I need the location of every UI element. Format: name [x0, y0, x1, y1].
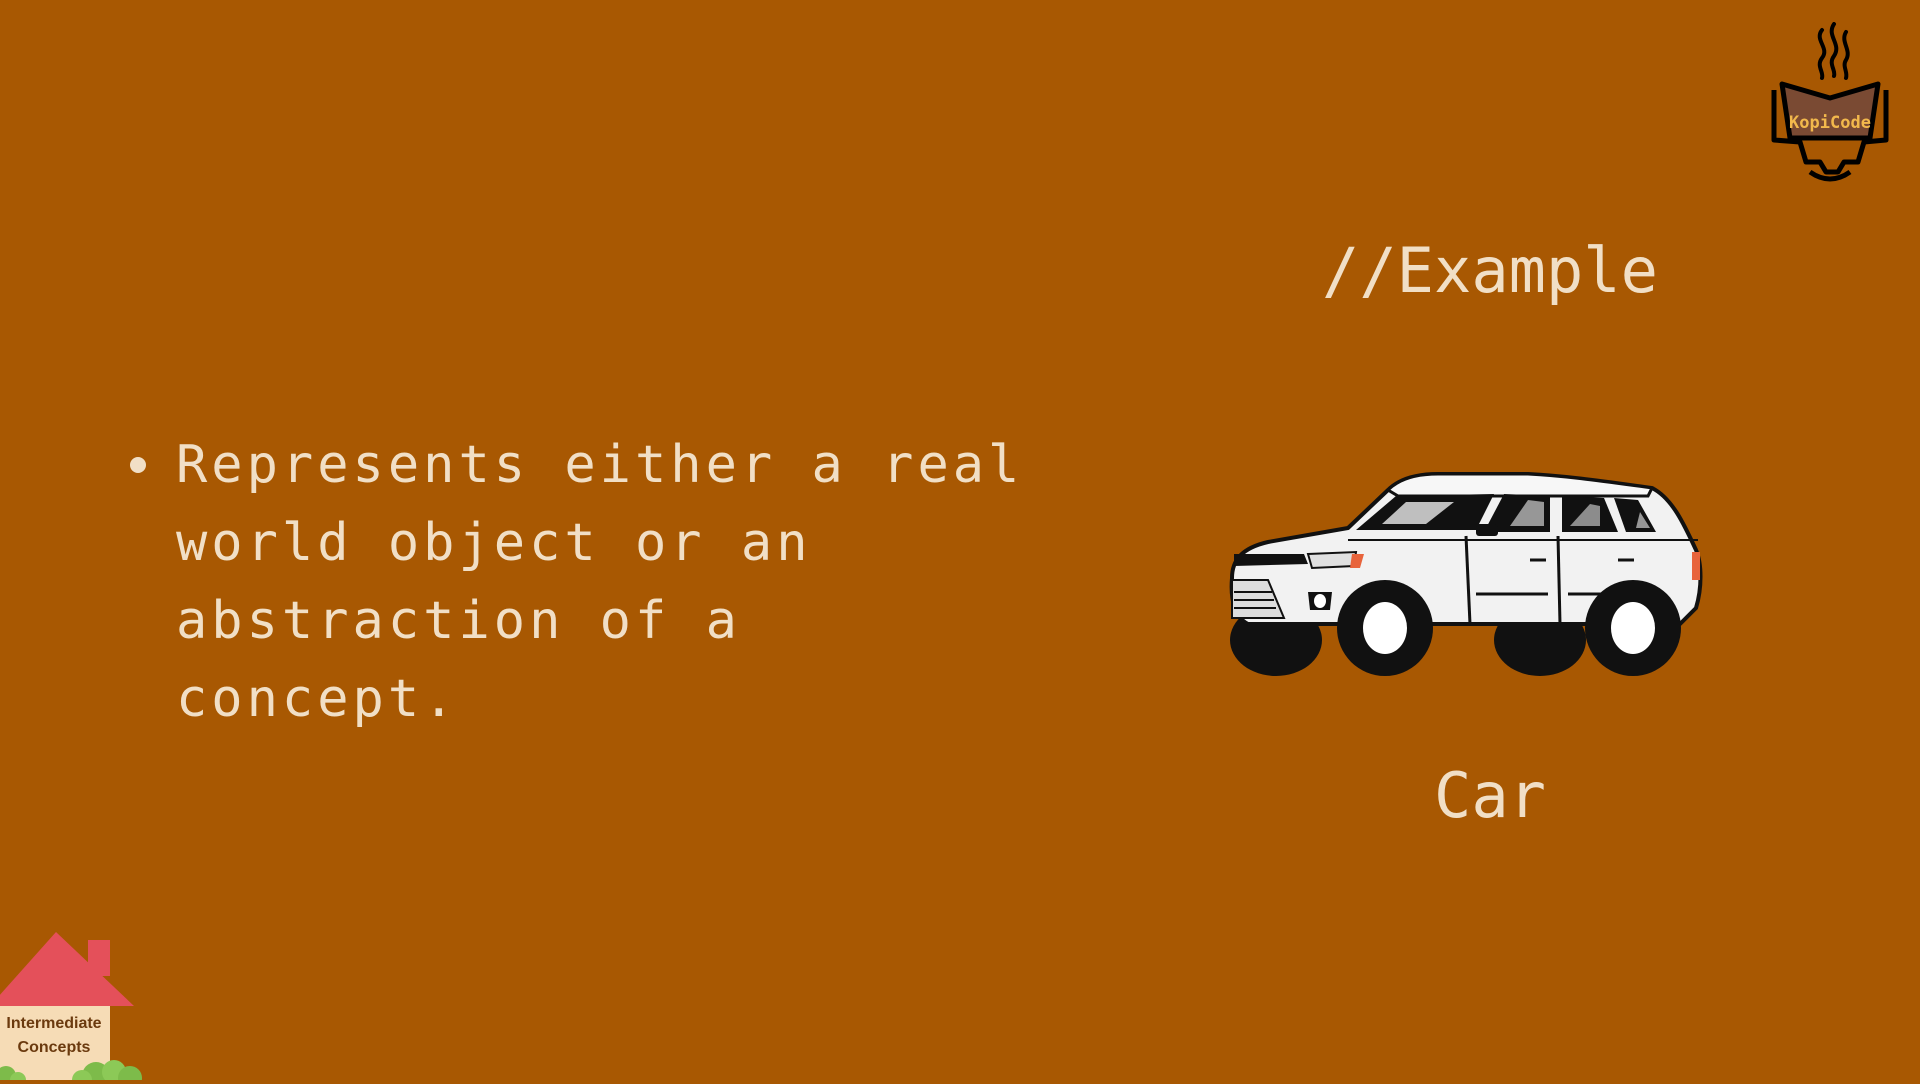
bullet-item: Represents either a real world object or…: [128, 426, 1028, 738]
badge-label: Intermediate Concepts: [0, 1012, 108, 1060]
bullet-dot-icon: [130, 457, 146, 473]
slide: KopiCode //Example Represents either a r…: [0, 0, 1920, 1084]
brand-name: KopiCode: [1789, 113, 1871, 133]
example-heading: //Example: [1322, 234, 1658, 307]
coffee-cup-logo-icon: [1771, 22, 1889, 182]
bullet-text: Represents either a real world object or…: [176, 435, 1024, 729]
bullet-list: Represents either a real world object or…: [128, 426, 1028, 738]
car-illustration: [1228, 468, 1704, 680]
badge-label-line2: Concepts: [17, 1039, 91, 1056]
car-icon: [1229, 472, 1703, 676]
badge-label-line1: Intermediate: [6, 1015, 102, 1032]
brand-logo: KopiCode: [1770, 22, 1890, 188]
car-caption: Car: [1434, 759, 1546, 832]
